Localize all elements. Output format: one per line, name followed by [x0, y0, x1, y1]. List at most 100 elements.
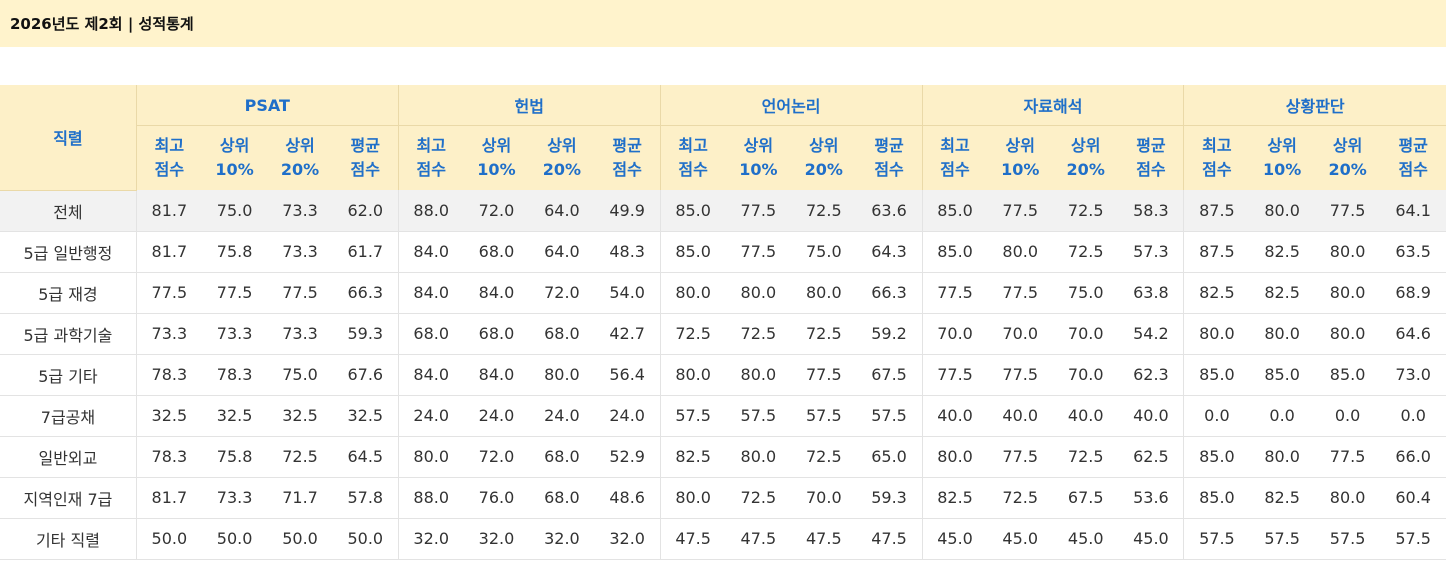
score-cell: 73.3 — [201, 477, 268, 519]
score-cell: 40.0 — [1118, 395, 1185, 437]
metric-header: 평균 점수 — [1118, 125, 1185, 190]
score-cell: 24.0 — [529, 395, 595, 437]
score-cell: 57.5 — [791, 395, 857, 437]
score-cell: 47.5 — [856, 518, 923, 560]
score-cell: 64.0 — [529, 190, 595, 232]
metric-header: 상위 10% — [987, 125, 1053, 190]
score-cell: 77.5 — [987, 190, 1053, 232]
score-cell: 66.3 — [332, 272, 399, 314]
score-cell: 66.0 — [1380, 436, 1446, 478]
score-cell: 75.0 — [201, 190, 268, 232]
score-cell: 75.0 — [1052, 272, 1119, 314]
score-cell: 71.7 — [267, 477, 333, 519]
score-cell: 24.0 — [398, 395, 464, 437]
metric-header-line2: 점수 — [612, 160, 642, 179]
score-cell: 57.5 — [1380, 518, 1446, 560]
score-cell: 63.5 — [1380, 231, 1446, 273]
score-cell: 50.0 — [332, 518, 399, 560]
score-cell: 47.5 — [725, 518, 792, 560]
score-cell: 24.0 — [594, 395, 661, 437]
job-column-header: 직렬 — [0, 85, 137, 191]
score-cell: 59.3 — [856, 477, 923, 519]
score-cell: 82.5 — [660, 436, 726, 478]
metric-header-line2: 점수 — [874, 160, 904, 179]
score-cell: 60.4 — [1380, 477, 1446, 519]
score-cell: 64.0 — [529, 231, 595, 273]
score-cell: 47.5 — [791, 518, 857, 560]
score-cell: 85.0 — [1183, 436, 1250, 478]
metric-header-line1: 평균 — [350, 136, 380, 155]
score-cell: 0.0 — [1183, 395, 1250, 437]
metric-header-line2: 점수 — [1202, 160, 1232, 179]
score-cell: 68.0 — [529, 436, 595, 478]
metric-header: 평균 점수 — [594, 125, 661, 190]
metric-header-line1: 최고 — [154, 136, 185, 155]
table-row: 5급 과학기술 73.3 73.3 73.3 59.3 68.0 68.0 68.0 42.7 7… — [0, 313, 1446, 355]
score-cell: 50.0 — [201, 518, 268, 560]
score-cell: 80.0 — [660, 354, 726, 396]
score-cell: 80.0 — [1314, 477, 1381, 519]
subject-header: 자료해석 — [922, 85, 1185, 126]
score-cell: 84.0 — [398, 272, 464, 314]
metric-header-line1: 상위 — [481, 136, 512, 155]
score-cell: 54.0 — [594, 272, 661, 314]
metric-header-line2: 점수 — [1398, 160, 1428, 179]
score-cell: 80.0 — [1183, 313, 1250, 355]
score-cell: 72.0 — [463, 436, 530, 478]
score-cell: 85.0 — [1183, 354, 1250, 396]
score-cell: 61.7 — [332, 231, 399, 273]
page-title: 2026년도 제2회 | 성적통계 — [0, 0, 1446, 47]
score-cell: 45.0 — [987, 518, 1053, 560]
score-cell: 70.0 — [1052, 313, 1119, 355]
score-cell: 88.0 — [398, 190, 464, 232]
score-cell: 72.0 — [529, 272, 595, 314]
score-cell: 72.5 — [660, 313, 726, 355]
metric-header: 평균점수 — [856, 125, 923, 190]
metric-header-line1: 상위 — [1005, 136, 1035, 155]
metric-header: 상위 20% — [1052, 125, 1119, 190]
score-cell: 80.0 — [1249, 313, 1315, 355]
score-cell: 78.3 — [201, 354, 268, 396]
metric-header: 최고점수 — [136, 125, 202, 190]
score-cell: 40.0 — [1052, 395, 1119, 437]
metric-header: 평균 점수 — [332, 125, 399, 190]
score-cell: 84.0 — [398, 231, 464, 273]
score-cell: 85.0 — [1249, 354, 1315, 396]
metric-header-line2: 20% — [280, 160, 320, 179]
subject-header: 언어논리 — [660, 85, 923, 126]
metric-header-line2: 점수 — [678, 160, 708, 179]
score-cell: 68.0 — [529, 477, 595, 519]
score-cell: 85.0 — [660, 190, 726, 232]
metric-header-line2: 점수 — [154, 160, 185, 179]
score-cell: 48.3 — [594, 231, 661, 273]
score-cell: 50.0 — [267, 518, 333, 560]
metric-header-line1: 평균 — [874, 136, 904, 155]
score-cell: 84.0 — [463, 272, 530, 314]
score-cell: 57.5 — [1183, 518, 1250, 560]
score-cell: 59.2 — [856, 313, 923, 355]
score-cell: 72.5 — [267, 436, 333, 478]
score-cell: 57.8 — [332, 477, 399, 519]
score-cell: 64.5 — [332, 436, 399, 478]
score-cell: 48.6 — [594, 477, 661, 519]
score-cell: 77.5 — [987, 354, 1053, 396]
score-cell: 85.0 — [922, 231, 988, 273]
score-cell: 73.3 — [267, 231, 333, 273]
score-cell: 81.7 — [136, 190, 202, 232]
score-cell: 57.5 — [1314, 518, 1381, 560]
metric-header-line1: 평균 — [1136, 136, 1166, 155]
metric-header: 최고 점수 — [660, 125, 726, 190]
score-cell: 54.2 — [1118, 313, 1185, 355]
score-cell: 57.3 — [1118, 231, 1185, 273]
score-cell: 78.3 — [136, 354, 202, 396]
job-name-cell: 지역인재 7급 — [0, 477, 137, 519]
score-cell: 50.0 — [136, 518, 202, 560]
score-cell: 45.0 — [1052, 518, 1119, 560]
metric-header-line1: 상위 — [809, 136, 839, 155]
metric-header: 상위 20% — [267, 125, 333, 190]
metric-header-line2: 20% — [1328, 160, 1367, 179]
job-name-cell: 5급 기타 — [0, 354, 137, 396]
score-cell: 65.0 — [856, 436, 923, 478]
score-cell: 40.0 — [987, 395, 1053, 437]
table-row: 5급 기타 78.3 78.3 75.0 67.6 84.0 84.0 80.0 56.4 80.… — [0, 354, 1446, 396]
